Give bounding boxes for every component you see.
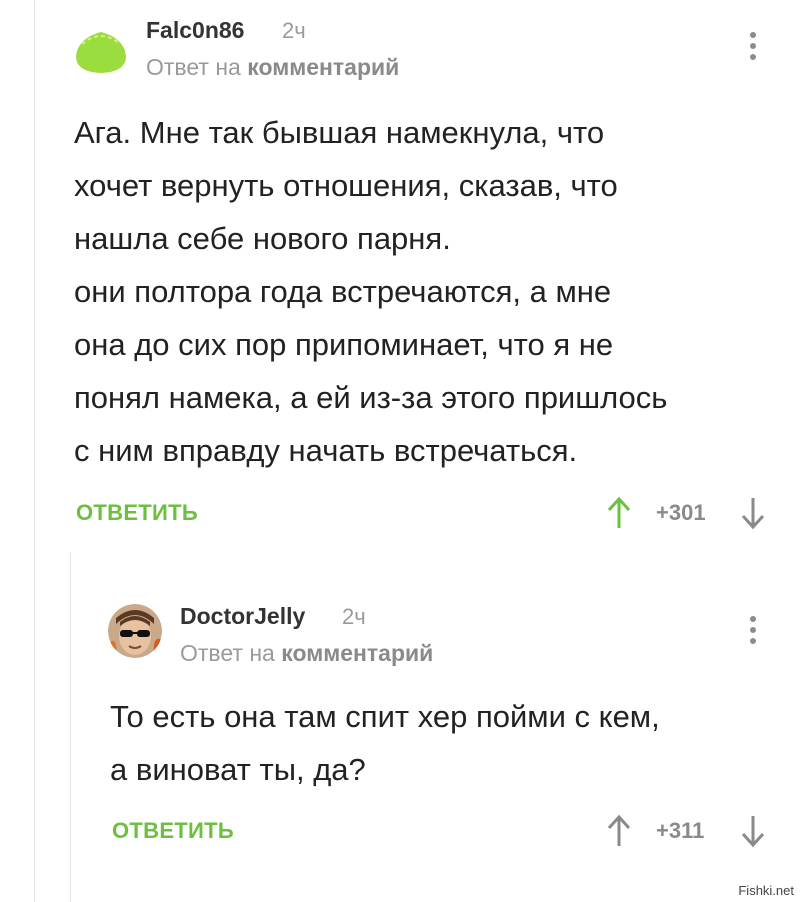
- avatar[interactable]: [74, 26, 128, 74]
- reply-button[interactable]: ОТВЕТИТЬ: [112, 818, 234, 844]
- comment-text: То есть она там спит хер пойми с кем, а …: [110, 690, 790, 796]
- reply-prefix: Ответ на: [180, 640, 275, 666]
- reply-prefix: Ответ на: [146, 54, 241, 80]
- text-line: То есть она там спит хер пойми с кем,: [110, 699, 660, 734]
- comment-text: Ага. Мне так бывшая намекнула, что хочет…: [74, 106, 784, 477]
- upvote-arrow-icon[interactable]: [606, 496, 632, 535]
- reply-to-line: Ответ на комментарий: [180, 640, 433, 667]
- thread-line: [34, 0, 35, 902]
- watermark: Fishki.net: [738, 883, 794, 898]
- reply-target-link[interactable]: комментарий: [281, 640, 433, 666]
- text-line: с ним вправду начать встречаться.: [74, 433, 578, 468]
- text-line: нашла себе нового парня.: [74, 221, 451, 256]
- text-line: Ага. Мне так бывшая намекнула, что: [74, 115, 605, 150]
- avatar[interactable]: [108, 604, 162, 658]
- upvote-arrow-icon[interactable]: [606, 814, 632, 853]
- timestamp: 2ч: [342, 604, 366, 629]
- comments-page: Falc0n86 2ч Ответ на комментарий Ага. Мн…: [0, 0, 800, 902]
- text-line: они полтора года встречаются, а мне: [74, 274, 612, 309]
- more-options-icon[interactable]: [750, 32, 756, 60]
- username[interactable]: Falc0n86: [146, 17, 244, 44]
- text-line: она до сих пор припоминает, что я не: [74, 327, 614, 362]
- vote-score: +311: [656, 818, 705, 843]
- text-line: хочет вернуть отношения, сказав, что: [74, 168, 618, 203]
- text-line: понял намека, а ей из-за этого пришлось: [74, 380, 668, 415]
- timestamp: 2ч: [282, 18, 306, 43]
- reply-thread-line: [70, 552, 71, 902]
- more-options-icon[interactable]: [750, 616, 756, 644]
- downvote-arrow-icon[interactable]: [740, 496, 766, 535]
- green-blob-avatar-icon: [76, 32, 126, 73]
- text-line: а виноват ты, да?: [110, 752, 366, 787]
- reply-button[interactable]: ОТВЕТИТЬ: [76, 500, 198, 526]
- reply-target-link[interactable]: комментарий: [247, 54, 399, 80]
- username[interactable]: DoctorJelly: [180, 603, 305, 630]
- reply-to-line: Ответ на комментарий: [146, 54, 399, 81]
- vote-score: +301: [656, 500, 706, 525]
- sunglasses-face-avatar-icon: [108, 604, 162, 658]
- downvote-arrow-icon[interactable]: [740, 814, 766, 853]
